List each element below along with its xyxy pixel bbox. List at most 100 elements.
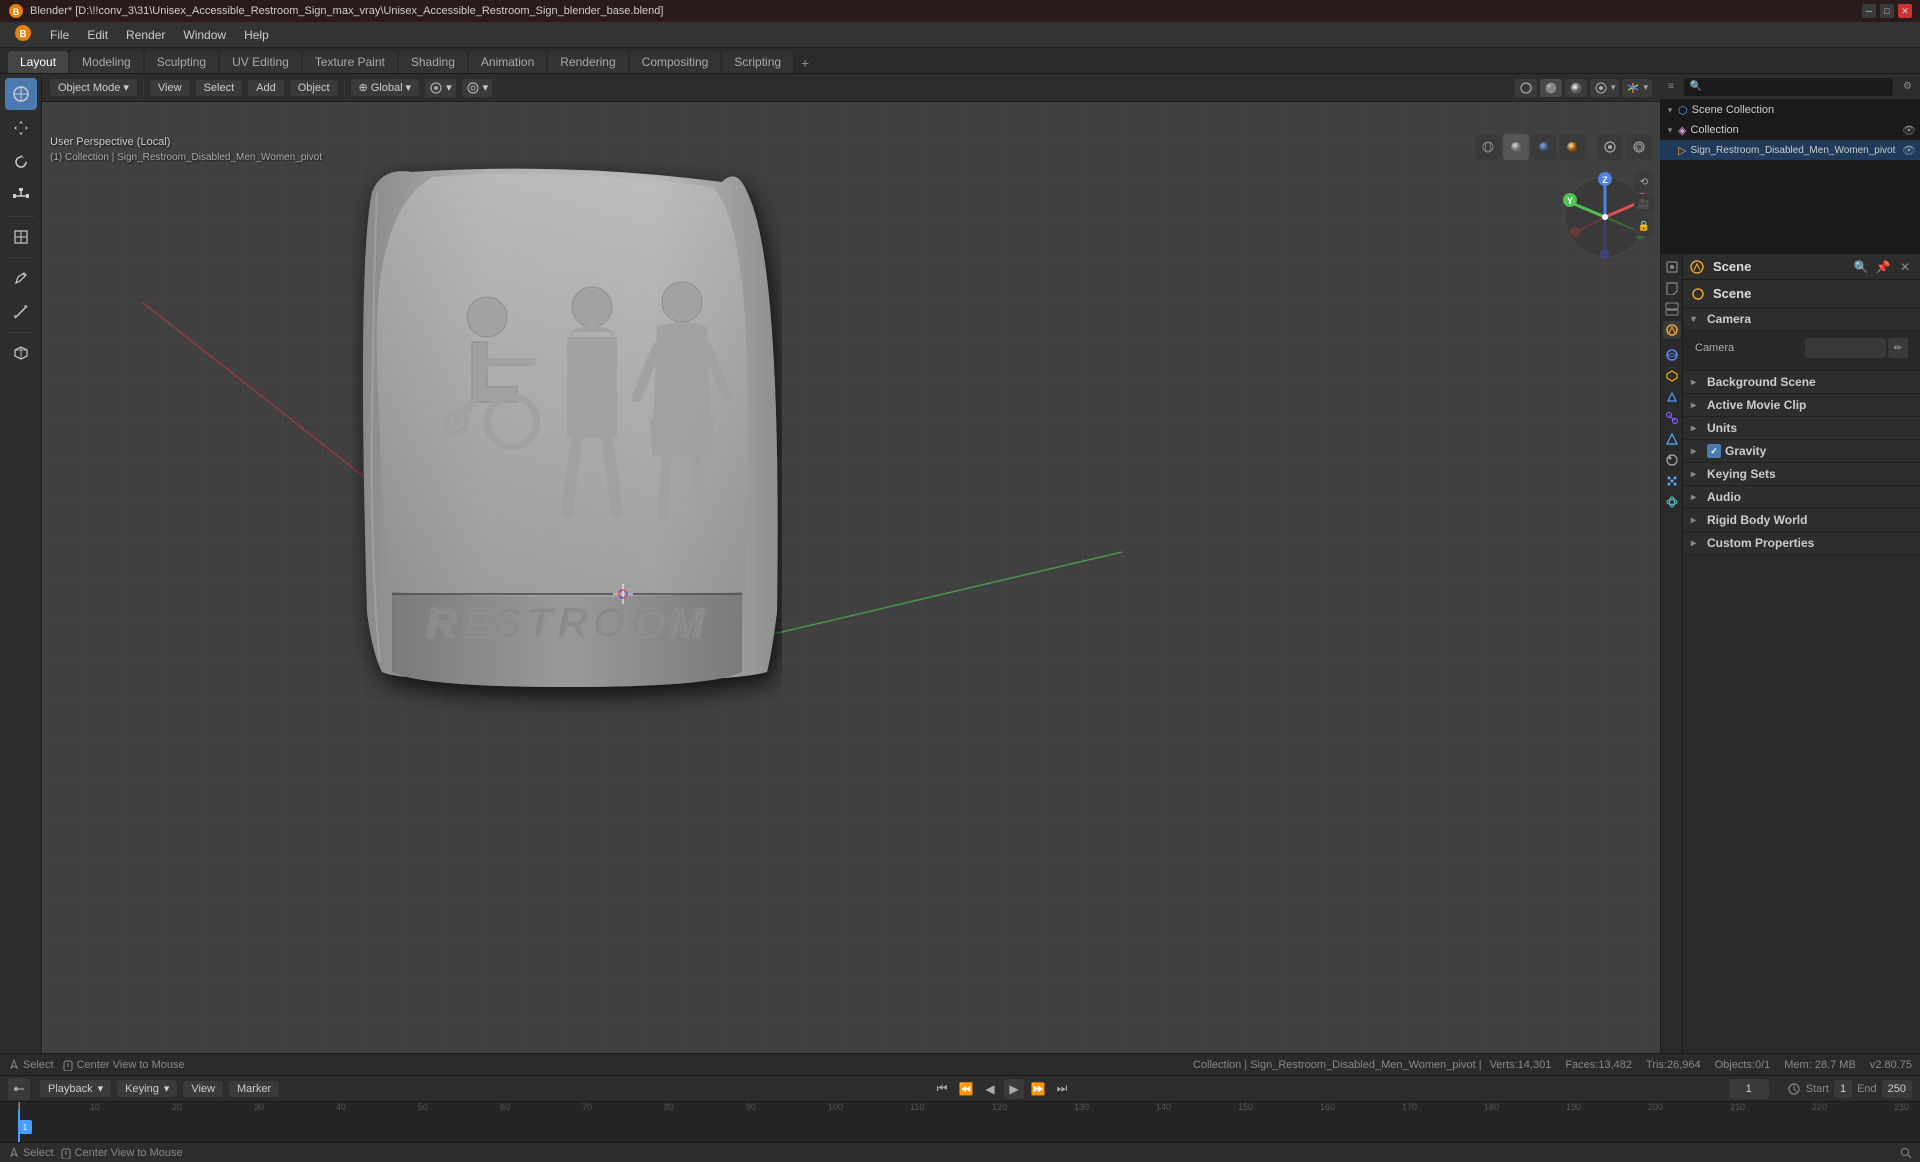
units-section-header[interactable]: ▸ Units xyxy=(1683,417,1920,440)
object-menu[interactable]: Object xyxy=(290,80,338,96)
timeline-marker-menu[interactable]: Marker xyxy=(229,1081,279,1097)
tab-uv-editing[interactable]: UV Editing xyxy=(220,51,301,73)
viewport-shading-wire[interactable] xyxy=(1515,79,1537,97)
tab-texture-paint[interactable]: Texture Paint xyxy=(303,51,397,73)
collection-item[interactable]: ▾ ◈ Collection 👁 xyxy=(1660,120,1920,140)
object-visibility[interactable]: 👁 xyxy=(1902,143,1916,157)
snap-toggle[interactable]: ▾ xyxy=(425,79,456,97)
select-menu[interactable]: Select xyxy=(196,80,243,96)
material-props-tab[interactable] xyxy=(1663,451,1681,469)
start-frame-input[interactable]: 1 xyxy=(1834,1080,1852,1098)
sign-object-item[interactable]: ▷ Sign_Restroom_Disabled_Men_Women_pivot… xyxy=(1660,140,1920,160)
tab-modeling[interactable]: Modeling xyxy=(70,51,143,73)
end-frame-input[interactable]: 250 xyxy=(1882,1080,1912,1098)
scale-tool-button[interactable] xyxy=(5,180,37,212)
viewport[interactable]: Object Mode ▾ View Select Add Object ⊕ G… xyxy=(42,74,1660,1160)
rotate-tool-button[interactable] xyxy=(5,146,37,178)
tab-rendering[interactable]: Rendering xyxy=(548,51,627,73)
viewport-shading-solid[interactable] xyxy=(1540,79,1562,97)
scene-collection-item[interactable]: ▾ ⬡ Scene Collection xyxy=(1660,100,1920,120)
keying-sets-section-header[interactable]: ▸ Keying Sets xyxy=(1683,463,1920,486)
view-perspective-btn[interactable]: ⟲ xyxy=(1634,172,1654,192)
particles-props-tab[interactable] xyxy=(1663,472,1681,490)
modifier-props-tab[interactable] xyxy=(1663,388,1681,406)
annotate-tool-button[interactable] xyxy=(5,262,37,294)
zoom-indicator[interactable] xyxy=(1900,1147,1912,1159)
camera-section-header[interactable]: ▾ Camera xyxy=(1683,308,1920,331)
rigid-body-section-header[interactable]: ▸ Rigid Body World xyxy=(1683,509,1920,532)
view-menu[interactable]: View xyxy=(150,80,190,96)
measure-tool-button[interactable] xyxy=(5,296,37,328)
tab-compositing[interactable]: Compositing xyxy=(630,51,721,73)
object-props-tab[interactable] xyxy=(1663,367,1681,385)
maximize-button[interactable]: □ xyxy=(1880,4,1894,18)
object-mode-selector[interactable]: Object Mode ▾ xyxy=(50,79,137,96)
rendered-mode-btn[interactable] xyxy=(1559,134,1585,160)
tab-layout[interactable]: Layout xyxy=(8,51,68,73)
outliner-options[interactable]: ⚙ xyxy=(1903,81,1912,92)
frame-marker-1[interactable]: 1 xyxy=(18,1120,32,1134)
menu-file[interactable]: File xyxy=(42,25,77,45)
play-backward-btn[interactable]: ◀ xyxy=(980,1079,1000,1099)
outliner-search[interactable]: 🔍 xyxy=(1684,78,1893,96)
viewport-gizmos-btn[interactable]: ▾ xyxy=(1622,79,1652,97)
add-menu[interactable]: Add xyxy=(248,80,284,96)
viewport-gizmo[interactable]: X Y xyxy=(1560,172,1650,262)
timeline-editor-type[interactable] xyxy=(8,1078,30,1100)
add-workspace-button[interactable]: + xyxy=(795,53,815,73)
transform-orientation[interactable]: ⊕ Global ▾ xyxy=(351,79,420,96)
viewport-canvas[interactable]: RESTROOM RESTROOM User Perspective (Loca… xyxy=(42,102,1660,1160)
render-props-tab[interactable] xyxy=(1663,258,1681,276)
solid-mode-btn[interactable] xyxy=(1503,134,1529,160)
tab-animation[interactable]: Animation xyxy=(469,51,546,73)
proportional-edit[interactable]: ▾ xyxy=(462,79,493,97)
xray-toggle-btn[interactable] xyxy=(1626,134,1652,160)
camera-eyedropper[interactable]: ✏ xyxy=(1888,338,1908,358)
material-mode-btn[interactable] xyxy=(1531,134,1557,160)
go-to-start-btn[interactable]: ⏮ xyxy=(932,1079,952,1099)
jump-forward-btn[interactable]: ⏩ xyxy=(1028,1079,1048,1099)
bg-scene-section-header[interactable]: ▸ Background Scene xyxy=(1683,371,1920,394)
overlay-toggle-btn[interactable] xyxy=(1597,134,1623,160)
data-props-tab[interactable] xyxy=(1663,430,1681,448)
movie-clip-section-header[interactable]: ▸ Active Movie Clip xyxy=(1683,394,1920,417)
move-tool-button[interactable] xyxy=(5,112,37,144)
minimize-button[interactable]: ─ xyxy=(1862,4,1876,18)
properties-pin-btn[interactable]: 📌 xyxy=(1874,258,1892,276)
collection-visibility[interactable]: 👁 xyxy=(1902,123,1916,137)
current-frame-input[interactable]: 1 xyxy=(1729,1079,1769,1099)
physics-props-tab[interactable] xyxy=(1663,493,1681,511)
viewport-shading-rendered[interactable] xyxy=(1565,79,1587,97)
view-camera-btn[interactable]: 🎥 xyxy=(1634,194,1654,214)
close-button[interactable]: ✕ xyxy=(1898,4,1912,18)
tab-shading[interactable]: Shading xyxy=(399,51,467,73)
constraint-props-tab[interactable] xyxy=(1663,409,1681,427)
cursor-tool-button[interactable] xyxy=(5,78,37,110)
camera-field-value[interactable] xyxy=(1805,338,1886,358)
audio-section-header[interactable]: ▸ Audio xyxy=(1683,486,1920,509)
add-cube-button[interactable] xyxy=(5,337,37,369)
jump-backward-btn[interactable]: ⏪ xyxy=(956,1079,976,1099)
wireframe-mode-btn[interactable] xyxy=(1475,134,1501,160)
menu-render[interactable]: Render xyxy=(118,25,173,45)
properties-close-btn[interactable]: ✕ xyxy=(1896,258,1914,276)
transform-tool-button[interactable] xyxy=(5,221,37,253)
timeline-track[interactable]: 1 10 20 30 40 50 60 70 80 90 100 110 120… xyxy=(0,1102,1920,1142)
go-to-end-btn[interactable]: ⏭ xyxy=(1052,1079,1072,1099)
viewport-overlays-btn[interactable]: ▾ xyxy=(1590,79,1620,97)
timeline-keying-menu[interactable]: Keying ▾ xyxy=(117,1080,177,1097)
timeline-playback-menu[interactable]: Playback ▾ xyxy=(40,1080,111,1097)
timeline-view-menu[interactable]: View xyxy=(183,1081,223,1097)
menu-help[interactable]: Help xyxy=(236,25,277,45)
play-btn[interactable]: ▶ xyxy=(1004,1079,1024,1099)
menu-blender[interactable]: B xyxy=(6,21,40,48)
custom-props-section-header[interactable]: ▸ Custom Properties xyxy=(1683,532,1920,555)
tab-scripting[interactable]: Scripting xyxy=(722,51,793,73)
view-lock-btn[interactable]: 🔒 xyxy=(1634,216,1654,236)
scene-props-tab[interactable] xyxy=(1663,321,1681,339)
tab-sculpting[interactable]: Sculpting xyxy=(145,51,218,73)
world-props-tab[interactable] xyxy=(1663,346,1681,364)
view-layer-tab[interactable] xyxy=(1663,300,1681,318)
output-props-tab[interactable] xyxy=(1663,279,1681,297)
properties-search-btn[interactable]: 🔍 xyxy=(1852,258,1870,276)
